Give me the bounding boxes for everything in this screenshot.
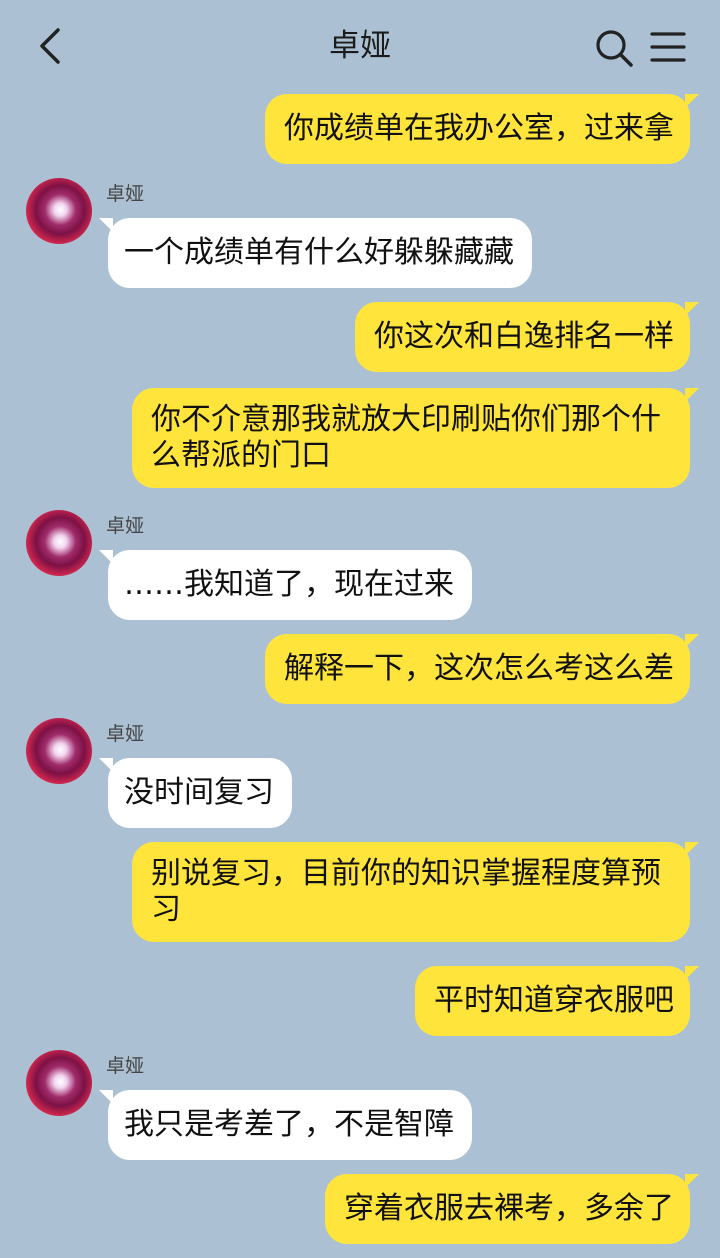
message-text: 穿着衣服去裸考，多余了 [344, 1191, 674, 1226]
message-text: 没时间复习 [124, 775, 274, 810]
message-text: ……我知道了，现在过来 [124, 567, 454, 602]
message-bubble-outgoing[interactable]: 你这次和白逸排名一样 [355, 302, 699, 372]
message-text: 你这次和白逸排名一样 [374, 319, 674, 354]
message-bubble-outgoing[interactable]: 平时知道穿衣服吧 [415, 966, 699, 1036]
message-bubble-outgoing[interactable]: 你成绩单在我办公室，过来拿 [265, 94, 699, 164]
menu-button[interactable] [646, 26, 690, 70]
avatar[interactable] [26, 510, 92, 576]
message-text: 你不介意那我就放大印刷贴你们那个什么帮派的门口 [151, 402, 661, 473]
message-bubble-outgoing[interactable]: 你不介意那我就放大印刷贴你们那个什么帮派的门口 [132, 388, 699, 488]
avatar[interactable] [26, 718, 92, 784]
message-text: 平时知道穿衣服吧 [434, 983, 674, 1018]
sender-name: 卓娅 [106, 183, 145, 205]
message-text: 你成绩单在我办公室，过来拿 [284, 111, 674, 146]
message-bubble-incoming[interactable]: 没时间复习 [99, 758, 292, 828]
avatar[interactable] [26, 178, 92, 244]
message-text: 解释一下，这次怎么考这么差 [284, 651, 674, 686]
message-bubble-incoming[interactable]: ……我知道了，现在过来 [99, 550, 472, 620]
message-bubble-incoming[interactable]: 一个成绩单有什么好躲躲藏藏 [99, 218, 532, 288]
message-bubble-outgoing[interactable]: 解释一下，这次怎么考这么差 [265, 634, 699, 704]
sender-name: 卓娅 [106, 723, 145, 745]
message-bubble-outgoing[interactable]: 穿着衣服去裸考，多余了 [325, 1174, 699, 1244]
sender-name: 卓娅 [106, 515, 145, 537]
sender-name: 卓娅 [106, 1055, 145, 1077]
message-bubble-outgoing[interactable]: 别说复习，目前你的知识掌握程度算预习 [132, 842, 699, 942]
message-text: 我只是考差了，不是智障 [124, 1107, 454, 1142]
message-bubble-incoming[interactable]: 我只是考差了，不是智障 [99, 1090, 472, 1160]
chat-header: 卓娅 [0, 0, 720, 94]
search-icon [596, 30, 633, 67]
search-button[interactable] [592, 26, 636, 70]
message-text: 别说复习，目前你的知识掌握程度算预习 [151, 856, 661, 927]
message-text: 一个成绩单有什么好躲躲藏藏 [124, 235, 514, 270]
hamburger-menu-icon [650, 32, 686, 62]
avatar[interactable] [26, 1050, 92, 1116]
